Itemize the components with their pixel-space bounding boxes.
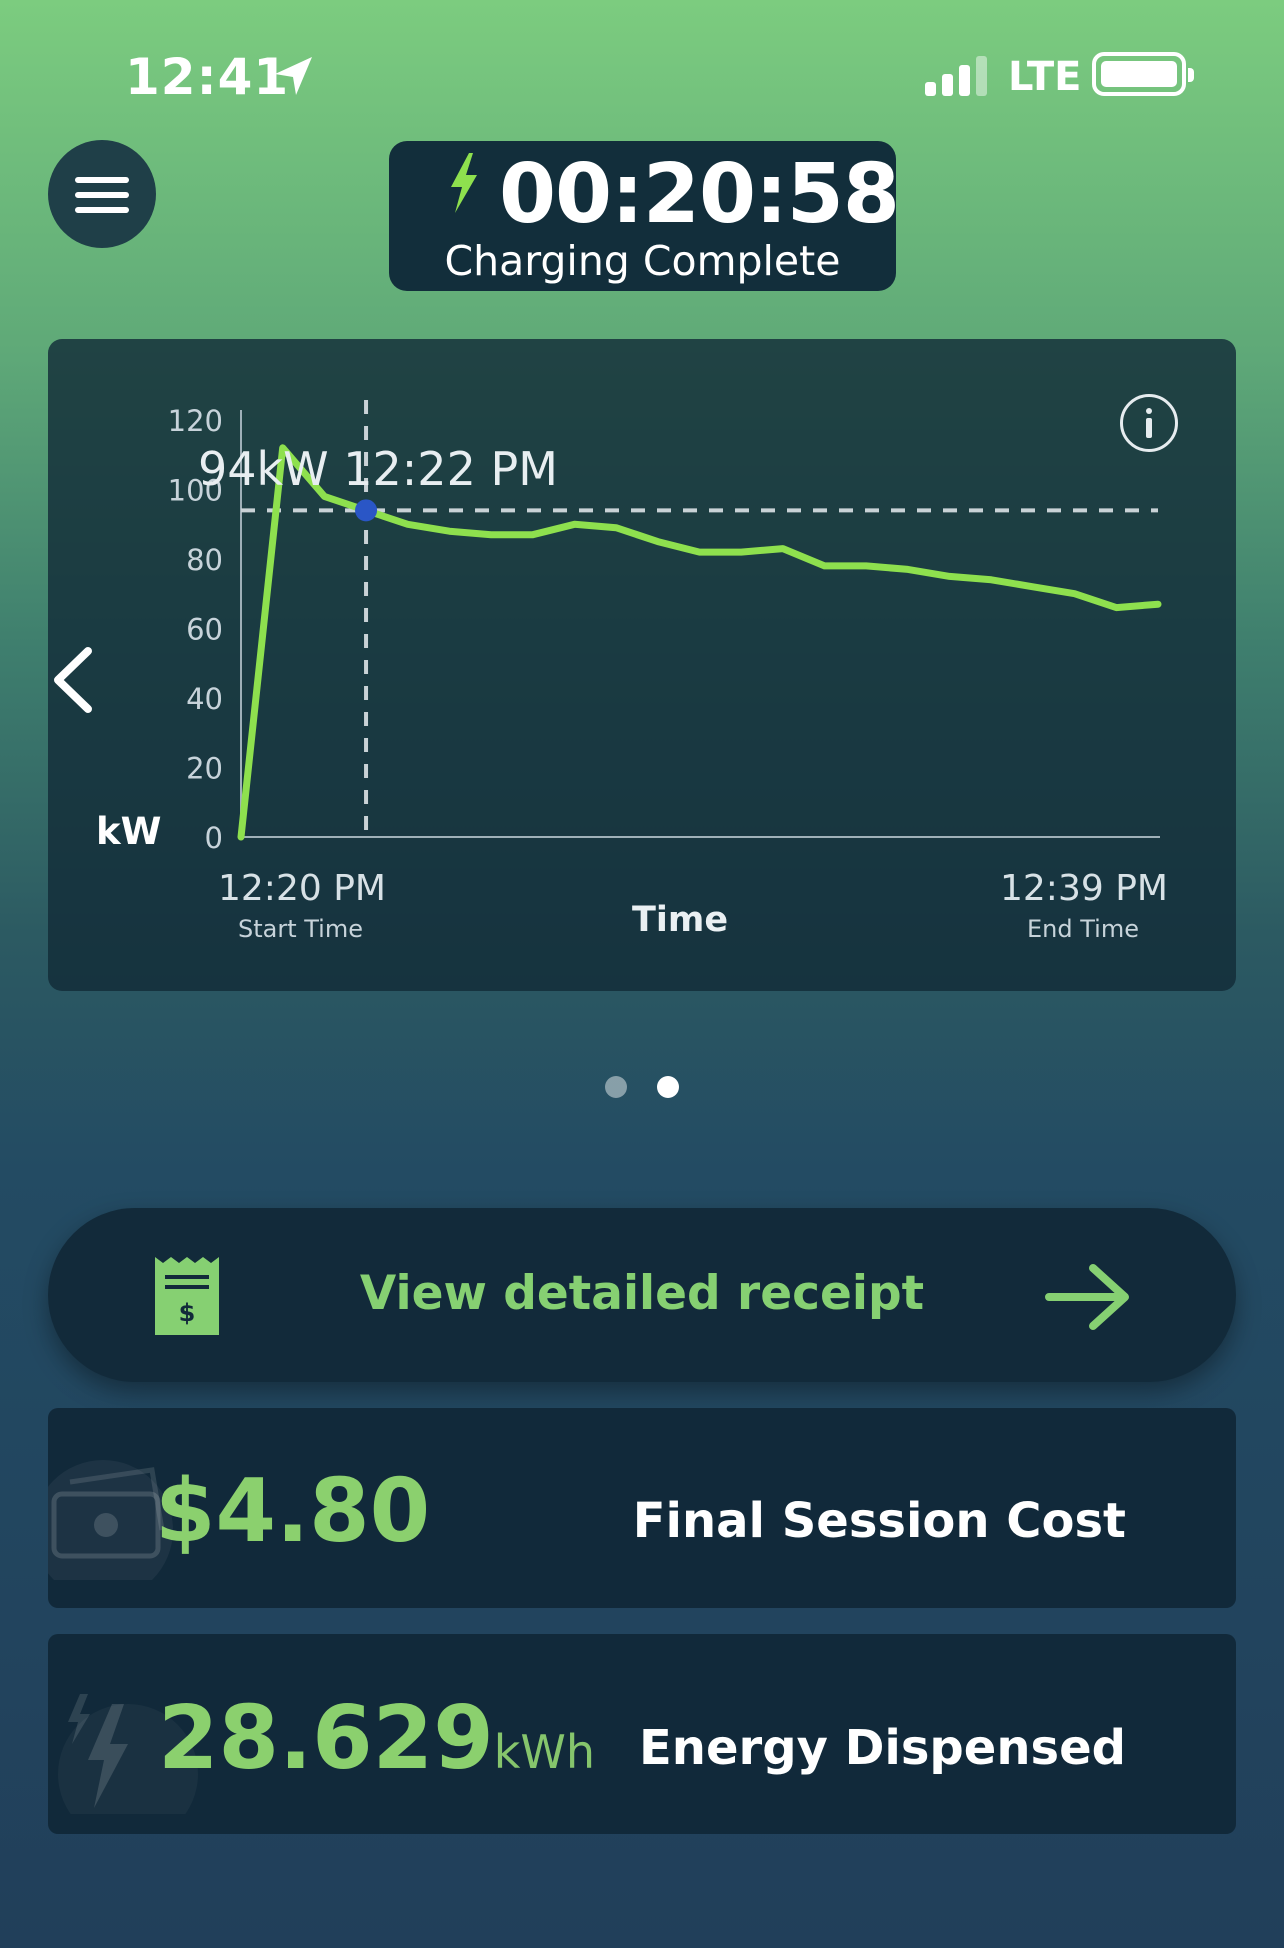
y-tick-label: 80	[186, 543, 223, 577]
y-tick-label: 60	[186, 613, 223, 647]
y-tick-label: 20	[186, 752, 223, 786]
y-tick-label: 40	[186, 682, 223, 716]
pager-dot[interactable]	[657, 1076, 679, 1098]
x-axis-label: Time	[632, 900, 729, 940]
energy-dispensed-value: 28.629kWh	[158, 1687, 596, 1789]
start-time: 12:20 PM	[218, 868, 386, 909]
session-cost-value: $4.80	[155, 1460, 431, 1562]
arrow-right-icon[interactable]	[1045, 1262, 1131, 1332]
timer-value: 00:20:58	[499, 147, 900, 242]
power-series-line	[237, 444, 1162, 841]
cellular-signal-icon	[925, 56, 987, 96]
y-tick-label: 120	[168, 404, 223, 438]
battery-icon	[1092, 52, 1194, 96]
highlight-point	[355, 499, 378, 522]
pager-dot[interactable]	[605, 1076, 627, 1098]
charging-status: Charging Complete	[444, 237, 841, 285]
y-tick-label: 0	[205, 821, 223, 855]
chevron-left-icon[interactable]	[48, 645, 98, 715]
network-type: LTE	[1008, 54, 1082, 100]
y-axis-label: kW	[96, 810, 162, 853]
end-time: 12:39 PM	[1000, 868, 1168, 909]
energy-dispensed-label: Energy Dispensed	[639, 1720, 1126, 1776]
session-cost-label: Final Session Cost	[632, 1493, 1126, 1549]
status-time: 12:41	[125, 48, 290, 106]
start-time-caption: Start Time	[238, 915, 363, 943]
lightning-bolt-icon	[451, 153, 477, 213]
session-timer: 00:20:58 Charging Complete	[389, 141, 900, 291]
info-icon[interactable]	[1120, 394, 1178, 452]
end-time-caption: End Time	[1027, 915, 1139, 943]
chart-tooltip: 94kW 12:22 PM	[198, 442, 558, 496]
menu-button[interactable]	[48, 140, 156, 248]
energy-unit: kWh	[493, 1725, 596, 1779]
location-arrow-icon	[275, 57, 312, 95]
